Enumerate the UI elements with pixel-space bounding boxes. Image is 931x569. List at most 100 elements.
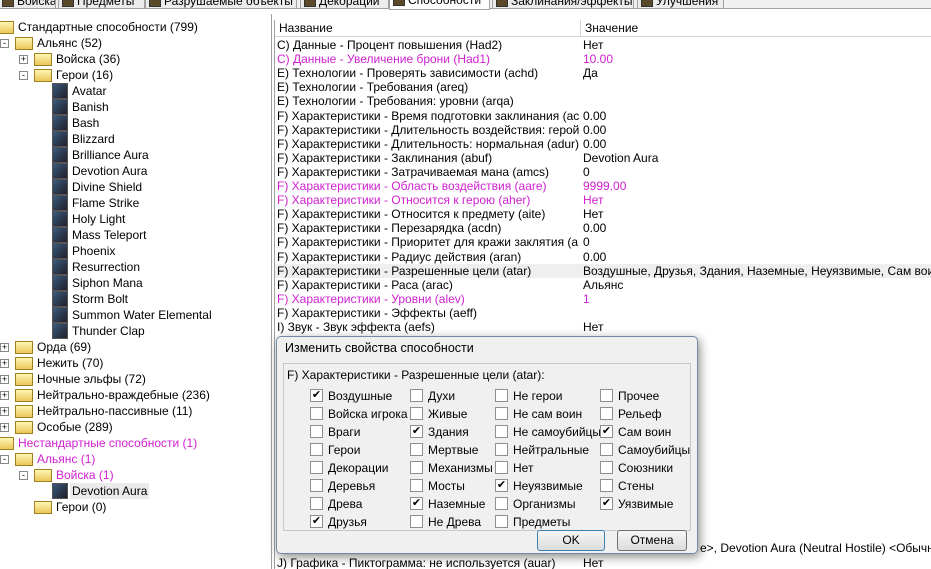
tree-item[interactable]: Devotion Aura <box>0 483 270 499</box>
table-row[interactable]: F) Характеристики - Заклинания (abuf) Dev… <box>275 151 931 165</box>
tree-item[interactable]: + Нежить (70) <box>0 355 270 371</box>
table-row[interactable]: E) Технологии - Требования (areq) <box>275 80 931 94</box>
expand-icon[interactable]: + <box>0 343 9 352</box>
tree-item[interactable]: Summon Water Elemental <box>0 307 270 323</box>
checkbox-unchecked[interactable] <box>495 407 508 420</box>
checkbox-unchecked[interactable] <box>495 461 508 474</box>
table-row[interactable]: F) Характеристики - Затрачиваемая мана (… <box>275 165 931 179</box>
table-row[interactable]: C) Данные - Увеличение брони (Had1) 10.00 <box>275 52 931 66</box>
checkbox-checked[interactable]: ✔ <box>495 479 508 492</box>
table-row[interactable]: F) Характеристики - Время подготовки зак… <box>275 109 931 123</box>
table-row[interactable]: E) Технологии - Проверять зависимости (a… <box>275 66 931 80</box>
tree-item[interactable]: Brilliance Aura <box>0 147 270 163</box>
expand-icon[interactable]: + <box>0 375 9 384</box>
tree-item[interactable]: + Особые (289) <box>0 419 270 435</box>
ok-button[interactable]: OK <box>537 530 605 551</box>
tree-item[interactable]: Стандартные способности (799) <box>0 19 270 35</box>
checkbox-unchecked[interactable] <box>410 461 423 474</box>
collapse-icon[interactable]: - <box>19 71 28 80</box>
table-row[interactable]: E) Технологии - Требования: уровни (arqa… <box>275 94 931 108</box>
tab-5[interactable]: Заклинания/эффекты <box>492 0 634 9</box>
expand-icon[interactable]: + <box>0 359 9 368</box>
checkbox-unchecked[interactable] <box>310 497 323 510</box>
checkbox-unchecked[interactable] <box>600 407 613 420</box>
column-header-value[interactable]: Значение <box>581 20 931 37</box>
checkbox-unchecked[interactable] <box>600 479 613 492</box>
tree-item[interactable]: + Нейтрально-враждебные (236) <box>0 387 270 403</box>
tree-item[interactable]: Devotion Aura <box>0 163 270 179</box>
tree-item[interactable]: Нестандартные способности (1) <box>0 435 270 451</box>
table-row[interactable]: J) Графика - Пиктограмма: не используетс… <box>275 556 931 569</box>
tree-item[interactable]: Герои (0) <box>0 499 270 515</box>
tree-item[interactable]: - Альянс (52) <box>0 35 270 51</box>
checkbox-unchecked[interactable] <box>310 443 323 456</box>
cancel-button[interactable]: Отмена <box>617 530 687 551</box>
tree-item[interactable]: Blizzard <box>0 131 270 147</box>
checkbox-unchecked[interactable] <box>410 407 423 420</box>
checkbox-unchecked[interactable] <box>310 425 323 438</box>
table-row[interactable]: F) Характеристики - Перезарядка (acdn) 0.… <box>275 221 931 235</box>
checkbox-unchecked[interactable] <box>410 479 423 492</box>
collapse-icon[interactable]: - <box>19 471 28 480</box>
table-row[interactable]: F) Характеристики - Относится к предмету… <box>275 207 931 221</box>
collapse-icon[interactable]: - <box>0 455 9 464</box>
tree-item[interactable]: Siphon Mana <box>0 275 270 291</box>
expand-icon[interactable]: + <box>0 423 9 432</box>
checkbox-unchecked[interactable] <box>495 425 508 438</box>
table-row[interactable]: F) Характеристики - Раса (arac) Альянс <box>275 278 931 292</box>
expand-icon[interactable]: + <box>0 391 9 400</box>
table-row[interactable]: F) Характеристики - Радиус действия (ara… <box>275 250 931 264</box>
table-row[interactable]: F) Характеристики - Длительность: нормал… <box>275 137 931 151</box>
expand-icon[interactable]: + <box>19 55 28 64</box>
collapse-icon[interactable]: - <box>0 39 9 48</box>
tree-item[interactable]: Storm Bolt <box>0 291 270 307</box>
table-row[interactable]: F) Характеристики - Уровни (alev) 1 <box>275 292 931 306</box>
checkbox-checked[interactable]: ✔ <box>310 389 323 402</box>
tree-item[interactable]: + Нейтрально-пассивные (11) <box>0 403 270 419</box>
expand-icon[interactable]: + <box>0 407 9 416</box>
table-row[interactable]: I) Звук - Звук эффекта (aefs) Нет <box>275 320 931 334</box>
tree-item[interactable]: Holy Light <box>0 211 270 227</box>
checkbox-unchecked[interactable] <box>495 443 508 456</box>
checkbox-unchecked[interactable] <box>410 515 423 528</box>
tree-item[interactable]: Resurrection <box>0 259 270 275</box>
checkbox-checked[interactable]: ✔ <box>410 497 423 510</box>
checkbox-unchecked[interactable] <box>310 461 323 474</box>
tab-3[interactable]: Декорации <box>300 0 389 9</box>
table-row[interactable]: F) Характеристики - Разрешенные цели (at… <box>275 263 931 278</box>
checkbox-unchecked[interactable] <box>310 479 323 492</box>
tab-2[interactable]: Разрушаемые объекты <box>145 0 297 9</box>
table-row[interactable]: F) Характеристики - Относится к герою (a… <box>275 193 931 207</box>
table-row[interactable]: F) Характеристики - Область воздействия … <box>275 179 931 193</box>
checkbox-unchecked[interactable] <box>495 389 508 402</box>
tree-item[interactable]: Bash <box>0 115 270 131</box>
tab-6[interactable]: Улучшения <box>637 0 724 9</box>
checkbox-checked[interactable]: ✔ <box>600 425 613 438</box>
tab-1[interactable]: Предметы <box>58 0 145 9</box>
checkbox-unchecked[interactable] <box>600 443 613 456</box>
tab-4[interactable]: Способности <box>389 0 490 10</box>
checkbox-unchecked[interactable] <box>410 443 423 456</box>
checkbox-unchecked[interactable] <box>410 389 423 402</box>
checkbox-unchecked[interactable] <box>310 407 323 420</box>
checkbox-checked[interactable]: ✔ <box>410 425 423 438</box>
tree-item[interactable]: Banish <box>0 99 270 115</box>
tree-item[interactable]: Flame Strike <box>0 195 270 211</box>
checkbox-checked[interactable]: ✔ <box>600 497 613 510</box>
tree-item[interactable]: Thunder Clap <box>0 323 270 339</box>
checkbox-checked[interactable]: ✔ <box>310 515 323 528</box>
table-row[interactable]: F) Характеристики - Длительность воздейс… <box>275 123 931 137</box>
tree-item[interactable]: Mass Teleport <box>0 227 270 243</box>
tree-item[interactable]: Phoenix <box>0 243 270 259</box>
tree-item[interactable]: - Альянс (1) <box>0 451 270 467</box>
tab-0[interactable]: Войска <box>0 0 56 9</box>
column-header-name[interactable]: Название <box>275 20 581 37</box>
tree-item[interactable]: + Орда (69) <box>0 339 270 355</box>
checkbox-unchecked[interactable] <box>600 389 613 402</box>
tree-item[interactable]: Avatar <box>0 83 270 99</box>
tree-item[interactable]: + Ночные эльфы (72) <box>0 371 270 387</box>
object-tree[interactable]: Стандартные способности (799) - Альянс (52… <box>0 14 272 569</box>
tree-item[interactable]: Divine Shield <box>0 179 270 195</box>
checkbox-unchecked[interactable] <box>495 515 508 528</box>
checkbox-unchecked[interactable] <box>600 461 613 474</box>
